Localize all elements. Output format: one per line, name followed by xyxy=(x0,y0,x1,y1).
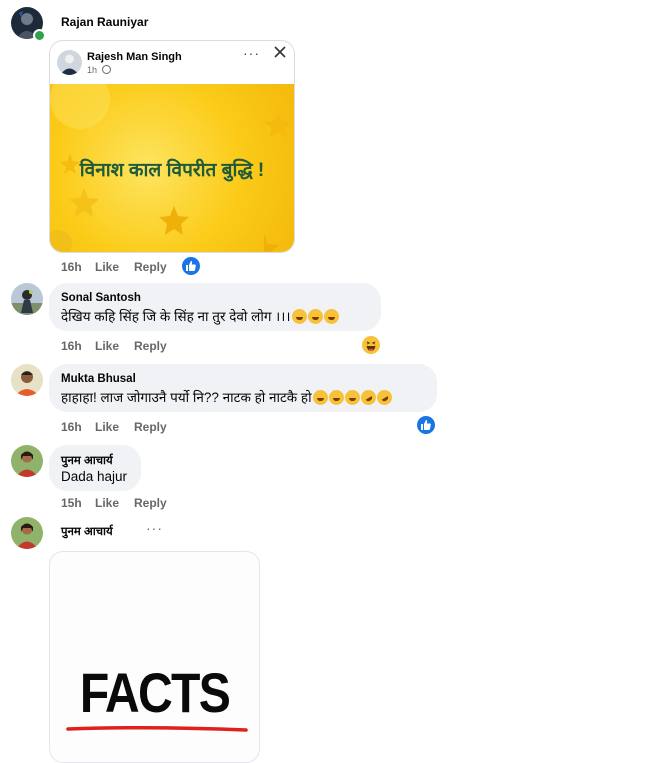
comment-actions: 16h Like Reply xyxy=(61,339,167,353)
shared-image-text: विनाश काल विपरीत बुद्धि ! xyxy=(79,160,265,181)
more-icon[interactable]: ··· xyxy=(243,45,260,61)
comment-actions: 15h Like Reply xyxy=(61,496,167,510)
like-icon[interactable] xyxy=(417,416,435,434)
like-button[interactable]: Like xyxy=(95,339,134,353)
more-icon[interactable]: ··· xyxy=(146,520,163,536)
comment-text: देखिय कहि सिंह जि के सिंह ना तुर देवो लो… xyxy=(61,307,339,325)
comment-author[interactable]: Sonal Santosh xyxy=(61,292,141,304)
shared-post-image[interactable]: विनाश काल विपरीत बुद्धि ! xyxy=(50,84,294,252)
laugh-emoji-icon xyxy=(323,309,339,324)
like-button[interactable]: Like xyxy=(95,496,134,510)
comment-actions: 16h Like Reply xyxy=(61,420,167,434)
reply-button[interactable]: Reply xyxy=(134,339,167,353)
shared-post-card[interactable]: Rajesh Man Singh 1h ··· विनाश काल विपरीत… xyxy=(49,40,295,253)
reply-button[interactable]: Reply xyxy=(134,420,167,434)
globe-icon xyxy=(101,65,111,74)
comment-time[interactable]: 15h xyxy=(61,496,95,510)
online-dot-icon xyxy=(33,29,46,42)
like-icon[interactable] xyxy=(182,257,200,275)
laugh-emoji-icon xyxy=(291,309,307,324)
comment-author[interactable]: Mukta Bhusal xyxy=(61,373,136,385)
shared-author-name[interactable]: Rajesh Man Singh xyxy=(87,51,182,63)
comment-image[interactable]: FACTS xyxy=(49,551,260,763)
avatar[interactable] xyxy=(11,283,43,315)
comment-image-text: FACTS xyxy=(79,661,231,724)
shared-post-time: 1h xyxy=(87,65,111,75)
reply-button[interactable]: Reply xyxy=(134,260,167,274)
laugh-emoji-icon xyxy=(344,390,360,405)
comment-author[interactable]: पुनम आचार्य xyxy=(61,524,113,539)
laugh-emoji-icon xyxy=(328,390,344,405)
avatar[interactable] xyxy=(11,445,43,477)
comment-bubble: Sonal Santosh देखिय कहि सिंह जि के सिंह … xyxy=(49,283,381,331)
rofl-emoji-icon xyxy=(373,387,395,408)
post-actions: 16h Like Reply xyxy=(61,260,167,274)
close-icon[interactable] xyxy=(273,45,287,64)
shared-author-avatar[interactable] xyxy=(57,50,82,75)
comment-text: हाहाहा! लाज जोगाउनै पर्यो नि?? नाटक हो न… xyxy=(61,387,395,408)
rofl-emoji-icon xyxy=(357,387,379,408)
laugh-emoji-icon xyxy=(307,309,323,324)
avatar[interactable] xyxy=(11,364,43,396)
comment-text-body: हाहाहा! लाज जोगाउनै पर्यो नि?? नाटक हो न… xyxy=(61,390,312,405)
comment-author[interactable]: पुनम आचार्य xyxy=(61,453,113,468)
haha-icon[interactable] xyxy=(362,336,380,354)
comment-bubble: पुनम आचार्य Dada hajur xyxy=(49,445,141,491)
comment-text: Dada hajur xyxy=(61,469,128,484)
like-button[interactable]: Like xyxy=(95,260,134,274)
comment-bubble: Mukta Bhusal हाहाहा! लाज जोगाउनै पर्यो न… xyxy=(49,364,437,412)
reply-button[interactable]: Reply xyxy=(134,496,167,510)
avatar[interactable] xyxy=(11,517,43,549)
comment-text-body: देखिय कहि सिंह जि के सिंह ना तुर देवो लो… xyxy=(61,309,291,324)
comment-time[interactable]: 16h xyxy=(61,420,95,434)
post-time[interactable]: 16h xyxy=(61,260,95,274)
post-author[interactable]: Rajan Rauniyar xyxy=(61,15,148,29)
laugh-emoji-icon xyxy=(312,390,328,405)
shared-time-label: 1h xyxy=(87,65,98,75)
like-button[interactable]: Like xyxy=(95,420,134,434)
comment-time[interactable]: 16h xyxy=(61,339,95,353)
